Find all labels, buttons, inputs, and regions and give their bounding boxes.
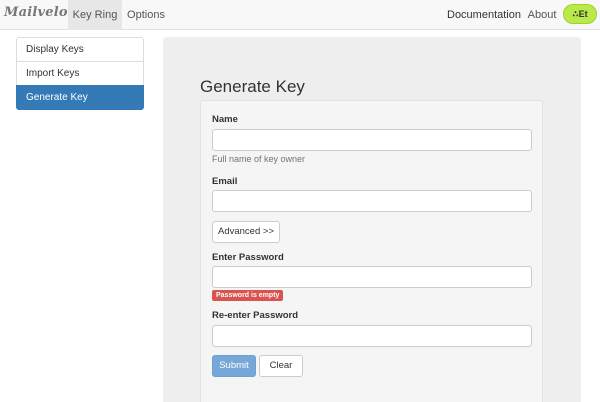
clear-button[interactable]: Clear [259, 355, 303, 377]
sidebar-item-generate-key[interactable]: Generate Key [16, 85, 144, 110]
tab-key-ring[interactable]: Key Ring [68, 0, 122, 30]
extension-badge[interactable]: ∴Et [563, 4, 597, 24]
page-title: Generate Key [200, 77, 305, 96]
password-confirm-input[interactable] [212, 325, 532, 347]
advanced-button[interactable]: Advanced >> [212, 221, 280, 243]
sidebar-nav: Display Keys Import Keys Generate Key [16, 37, 144, 110]
top-navbar: Mailvelope Key Ring Options Documentatio… [0, 0, 600, 30]
sidebar-item-display-keys[interactable]: Display Keys [16, 37, 144, 62]
name-help-text: Full name of key owner [212, 154, 306, 164]
name-label: Name [212, 114, 238, 125]
password-label: Enter Password [212, 252, 284, 263]
sidebar-item-import-keys[interactable]: Import Keys [16, 61, 144, 86]
generate-key-form: Name Full name of key owner Email Advanc… [200, 100, 543, 402]
submit-button[interactable]: Submit [212, 355, 256, 377]
documentation-link[interactable]: Documentation [447, 0, 521, 30]
email-label: Email [212, 176, 238, 187]
password-confirm-label: Re-enter Password [212, 310, 299, 321]
name-input[interactable] [212, 129, 532, 151]
password-input[interactable] [212, 266, 532, 288]
password-error-badge: Password is empty [212, 290, 284, 301]
tab-options[interactable]: Options [124, 0, 168, 30]
email-input[interactable] [212, 190, 532, 212]
main-panel: Generate Key Name Full name of key owner… [163, 37, 581, 402]
about-link[interactable]: About [524, 0, 560, 30]
